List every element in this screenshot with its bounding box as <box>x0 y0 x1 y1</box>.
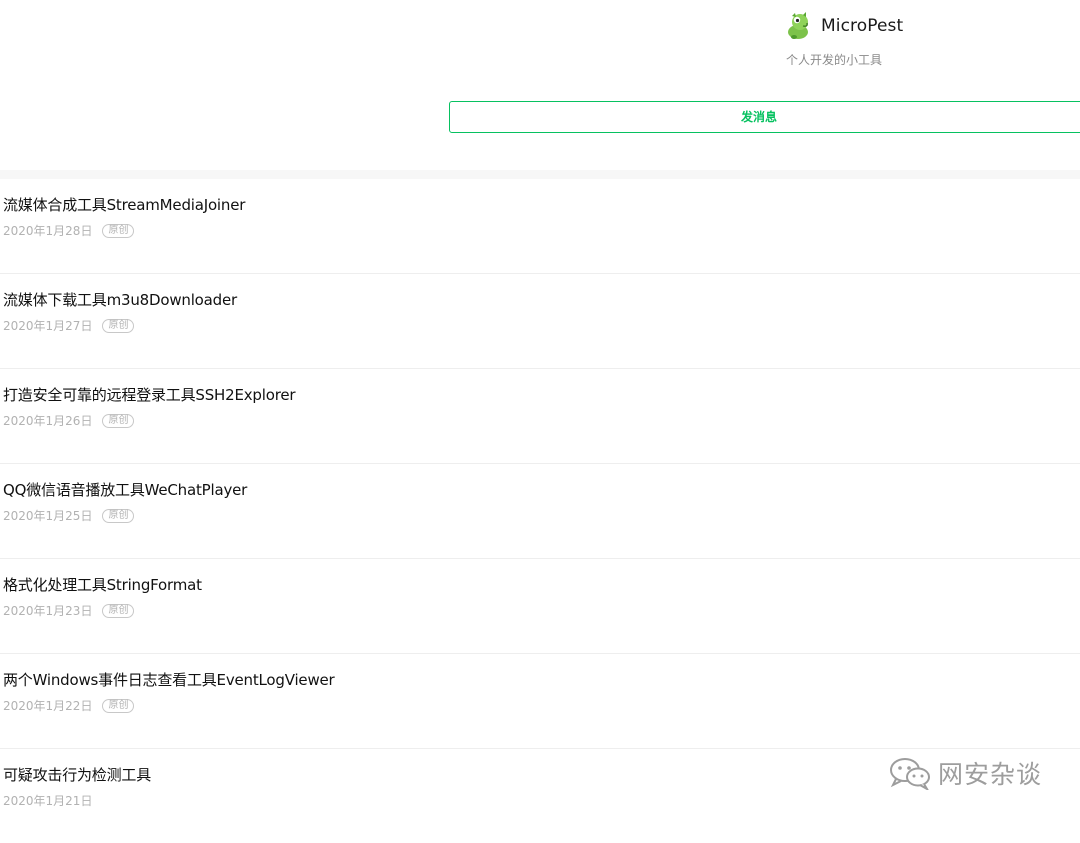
original-badge: 原创 <box>102 508 135 523</box>
article-item[interactable]: 流媒体合成工具StreamMediaJoiner 2020年1月28日 原创 <box>0 179 1080 274</box>
article-date: 2020年1月27日 <box>3 319 93 333</box>
article-item[interactable]: 两个Windows事件日志查看工具EventLogViewer 2020年1月2… <box>0 654 1080 749</box>
article-meta: 2020年1月21日 <box>3 792 92 809</box>
article-title[interactable]: 格式化处理工具StringFormat <box>3 574 202 595</box>
article-title[interactable]: 打造安全可靠的远程登录工具SSH2Explorer <box>3 384 296 405</box>
original-badge: 原创 <box>102 413 135 428</box>
original-badge: 原创 <box>102 603 135 618</box>
article-date: 2020年1月21日 <box>3 794 93 808</box>
account-name[interactable]: MicroPest <box>821 16 903 36</box>
article-meta: 2020年1月27日 原创 <box>3 317 135 334</box>
article-date: 2020年1月25日 <box>3 509 93 523</box>
article-meta: 2020年1月23日 原创 <box>3 602 135 619</box>
article-item[interactable]: 流媒体下载工具m3u8Downloader 2020年1月27日 原创 <box>0 274 1080 369</box>
article-title[interactable]: QQ微信语音播放工具WeChatPlayer <box>3 479 247 500</box>
article-date: 2020年1月26日 <box>3 414 93 428</box>
watermark: 网安杂谈 <box>888 755 1042 791</box>
article-item[interactable]: QQ微信语音播放工具WeChatPlayer 2020年1月25日 原创 <box>0 464 1080 559</box>
article-date: 2020年1月23日 <box>3 604 93 618</box>
article-list: 流媒体合成工具StreamMediaJoiner 2020年1月28日 原创 流… <box>0 179 1080 843</box>
article-title[interactable]: 两个Windows事件日志查看工具EventLogViewer <box>3 669 335 690</box>
article-date: 2020年1月22日 <box>3 699 93 713</box>
article-title[interactable]: 流媒体合成工具StreamMediaJoiner <box>3 194 245 215</box>
wechat-logo-icon <box>890 758 930 790</box>
avatar[interactable] <box>786 12 812 40</box>
original-badge: 原创 <box>102 318 135 333</box>
account-description: 个人开发的小工具 <box>786 53 883 67</box>
article-title[interactable]: 可疑攻击行为检测工具 <box>3 764 151 785</box>
article-meta: 2020年1月26日 原创 <box>3 412 135 429</box>
watermark-text: 网安杂谈 <box>938 760 1043 789</box>
article-meta: 2020年1月25日 原创 <box>3 507 135 524</box>
article-meta: 2020年1月22日 原创 <box>3 697 135 714</box>
article-title[interactable]: 流媒体下载工具m3u8Downloader <box>3 289 237 310</box>
article-item[interactable]: 格式化处理工具StringFormat 2020年1月23日 原创 <box>0 559 1080 654</box>
article-meta: 2020年1月28日 原创 <box>3 222 135 239</box>
article-date: 2020年1月28日 <box>3 224 93 238</box>
original-badge: 原创 <box>102 698 135 713</box>
original-badge: 原创 <box>102 223 135 238</box>
section-divider <box>0 170 1080 179</box>
article-item[interactable]: 打造安全可靠的远程登录工具SSH2Explorer 2020年1月26日 原创 <box>0 369 1080 464</box>
send-message-button[interactable]: 发消息 <box>449 101 1080 133</box>
